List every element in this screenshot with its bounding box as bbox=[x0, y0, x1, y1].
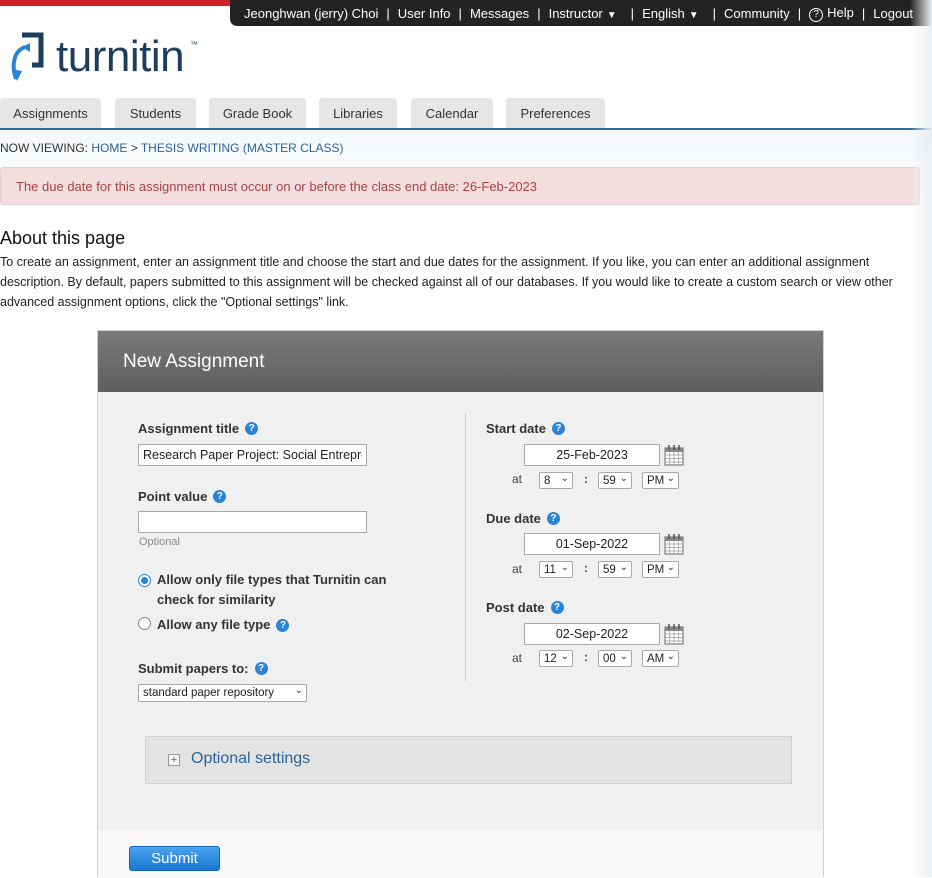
filetype-any-label[interactable]: Allow any file type ? bbox=[157, 615, 290, 635]
due-hour-select[interactable]: 11 ⌄ bbox=[539, 561, 573, 578]
point-value-input[interactable] bbox=[138, 511, 367, 533]
start-at-label: at bbox=[512, 472, 523, 486]
chevron-down-icon: ⌄ bbox=[666, 562, 675, 573]
chevron-down-icon: ⌄ bbox=[619, 651, 628, 662]
point-value-hint: Optional bbox=[139, 536, 180, 548]
tab-libraries[interactable]: Libraries bbox=[319, 98, 397, 128]
help-icon[interactable]: ? bbox=[546, 512, 560, 525]
user-info-link[interactable]: User Info bbox=[398, 6, 451, 21]
start-minute-select[interactable]: 59 ⌄ bbox=[598, 472, 632, 489]
filetype-restricted-label[interactable]: Allow only file types that Turnitin can … bbox=[157, 570, 386, 610]
tab-assignments[interactable]: Assignments bbox=[0, 98, 101, 128]
messages-link[interactable]: Messages bbox=[470, 6, 529, 21]
role-menu[interactable]: Instructor ▼ bbox=[549, 6, 617, 21]
about-title: About this page bbox=[0, 228, 126, 248]
language-menu[interactable]: English ▼ bbox=[642, 6, 699, 21]
logo-wordmark: turnitin bbox=[56, 32, 185, 81]
logout-link[interactable]: Logout bbox=[873, 6, 913, 21]
due-ampm-select[interactable]: PM ⌄ bbox=[642, 561, 679, 578]
start-hour-select[interactable]: 8 ⌄ bbox=[539, 472, 573, 489]
breadcrumb-home-link[interactable]: HOME bbox=[91, 141, 127, 155]
filetype-any-radio[interactable] bbox=[138, 617, 151, 630]
assignment-title-input[interactable] bbox=[138, 444, 367, 466]
assignment-title-label: Assignment title ? bbox=[138, 421, 259, 436]
help-icon[interactable]: ? bbox=[551, 422, 565, 435]
chevron-down-icon: ⌄ bbox=[560, 562, 569, 573]
chevron-down-icon: ⌄ bbox=[619, 473, 628, 484]
calendar-icon[interactable] bbox=[664, 623, 684, 645]
start-time-separator: : bbox=[584, 472, 588, 486]
chevron-down-icon: ⌄ bbox=[666, 651, 675, 662]
tab-preferences[interactable]: Preferences bbox=[506, 98, 605, 128]
post-hour-select[interactable]: 12 ⌄ bbox=[539, 650, 573, 667]
column-divider bbox=[465, 413, 466, 681]
due-minute-select[interactable]: 59 ⌄ bbox=[598, 561, 632, 578]
help-icon[interactable]: ? bbox=[213, 490, 227, 503]
help-icon[interactable]: ? bbox=[245, 422, 259, 435]
submit-papers-label: Submit papers to: ? bbox=[138, 661, 268, 676]
panel-title: New Assignment bbox=[123, 350, 265, 372]
help-link[interactable]: ? Help bbox=[809, 5, 854, 22]
start-date-input[interactable]: 25-Feb-2023 bbox=[524, 444, 660, 466]
start-ampm-select[interactable]: PM ⌄ bbox=[642, 472, 679, 489]
chevron-down-icon: ⌄ bbox=[619, 562, 628, 573]
point-value-label: Point value ? bbox=[138, 489, 227, 504]
post-time-separator: : bbox=[584, 650, 588, 664]
submit-button[interactable]: Submit bbox=[129, 846, 220, 871]
post-date-label: Post date ? bbox=[486, 600, 564, 615]
alert-message: The due date for this assignment must oc… bbox=[16, 178, 538, 194]
help-icon[interactable]: ? bbox=[550, 601, 564, 614]
community-link[interactable]: Community bbox=[724, 6, 790, 21]
help-circle-icon: ? bbox=[809, 7, 824, 22]
post-date-input[interactable]: 02-Sep-2022 bbox=[524, 623, 660, 645]
calendar-icon[interactable] bbox=[664, 533, 684, 555]
turnitin-logo-icon bbox=[11, 32, 44, 81]
repository-select[interactable]: standard paper repository ⌄ bbox=[138, 684, 307, 702]
caret-down-icon: ▼ bbox=[606, 9, 617, 21]
chevron-down-icon: ⌄ bbox=[560, 651, 569, 662]
optional-settings-link[interactable]: Optional settings bbox=[191, 750, 310, 768]
top-nav-bar: Jeonghwan (jerry) Choi | User Info | Mes… bbox=[230, 0, 932, 26]
chevron-down-icon: ⌄ bbox=[666, 473, 675, 484]
tab-students[interactable]: Students bbox=[115, 98, 196, 128]
due-time-separator: : bbox=[584, 561, 588, 575]
post-ampm-select[interactable]: AM ⌄ bbox=[642, 650, 679, 667]
expand-plus-icon[interactable]: + bbox=[168, 754, 180, 766]
user-name-link[interactable]: Jeonghwan (jerry) Choi bbox=[244, 6, 378, 21]
chevron-down-icon: ⌄ bbox=[294, 685, 303, 696]
help-icon[interactable]: ? bbox=[276, 618, 290, 632]
post-at-label: at bbox=[512, 651, 523, 665]
logo-trademark: ™ bbox=[190, 40, 198, 49]
due-at-label: at bbox=[512, 562, 523, 576]
post-minute-select[interactable]: 00 ⌄ bbox=[598, 650, 632, 667]
start-date-label: Start date ? bbox=[486, 421, 565, 436]
due-date-label: Due date ? bbox=[486, 511, 560, 526]
breadcrumb-class-link[interactable]: THESIS WRITING (MASTER CLASS) bbox=[141, 141, 344, 155]
breadcrumb: NOW VIEWING: HOME > THESIS WRITING (MAST… bbox=[0, 141, 344, 155]
tab-calendar[interactable]: Calendar bbox=[411, 98, 493, 128]
error-alert: The due date for this assignment must oc… bbox=[0, 167, 920, 205]
panel-header: New Assignment bbox=[98, 331, 823, 392]
new-assignment-panel: New Assignment Assignment title ? Point … bbox=[97, 330, 824, 878]
caret-down-icon: ▼ bbox=[688, 9, 699, 21]
calendar-icon[interactable] bbox=[664, 444, 684, 466]
chevron-down-icon: ⌄ bbox=[560, 473, 569, 484]
turnitin-logo[interactable]: turnitin ™ bbox=[8, 28, 198, 86]
due-date-input[interactable]: 01-Sep-2022 bbox=[524, 533, 660, 555]
filetype-restricted-radio[interactable] bbox=[138, 574, 151, 587]
optional-settings-section[interactable]: + Optional settings bbox=[145, 736, 792, 784]
about-description: To create an assignment, enter an assign… bbox=[0, 255, 893, 309]
help-icon[interactable]: ? bbox=[254, 662, 268, 675]
tab-grade-book[interactable]: Grade Book bbox=[209, 98, 306, 128]
